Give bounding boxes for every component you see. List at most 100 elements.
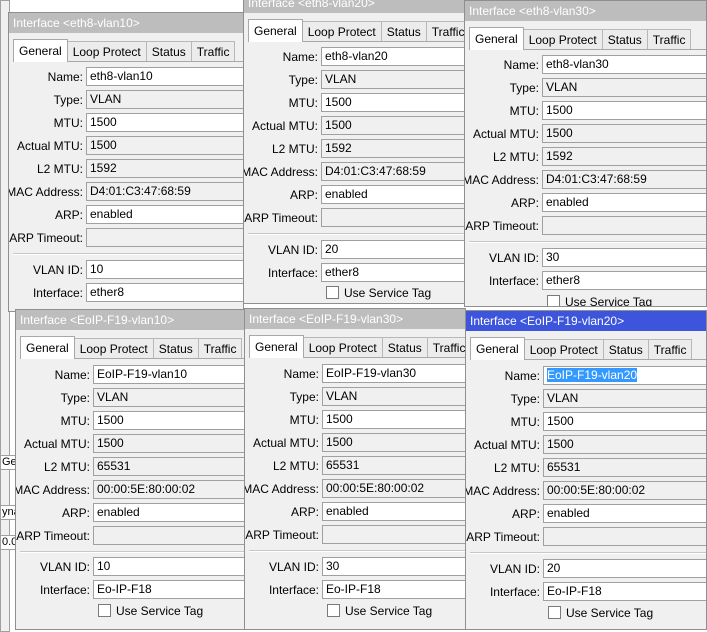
- tab-traffic[interactable]: Traffic: [425, 21, 464, 42]
- actual-mtu-label: Actual MTU:: [23, 437, 90, 451]
- vlan-id-label: VLAN ID:: [32, 263, 83, 277]
- checkbox-box[interactable]: [98, 604, 111, 617]
- tab-status[interactable]: Status: [152, 338, 199, 359]
- vlan-id-field[interactable]: 20: [543, 559, 706, 578]
- tab-status[interactable]: Status: [601, 29, 648, 50]
- window-title[interactable]: Interface <eth8-vlan20>: [244, 0, 464, 13]
- arp-select[interactable]: enabled: [321, 185, 464, 204]
- arp-select[interactable]: enabled: [93, 503, 244, 522]
- name-field[interactable]: eth8-vlan20: [321, 47, 464, 66]
- arp-timeout-label: ARP Timeout:: [465, 219, 539, 233]
- arp-timeout-field[interactable]: [321, 208, 464, 227]
- arp-select[interactable]: enabled: [543, 504, 706, 523]
- use-service-tag-label: Use Service Tag: [344, 286, 432, 300]
- tab-traffic[interactable]: Traffic: [197, 338, 243, 359]
- arp-select[interactable]: enabled: [86, 205, 243, 224]
- actual-mtu-field: 1500: [542, 124, 706, 143]
- vlan-id-field[interactable]: 30: [322, 557, 465, 576]
- tab-general[interactable]: General: [20, 336, 75, 359]
- arp-timeout-field[interactable]: [543, 527, 706, 546]
- use-service-tag-checkbox[interactable]: Use Service Tag: [326, 286, 431, 302]
- tab-bar: General Loop Protect Status Traffic: [249, 335, 465, 358]
- tab-loop-protect[interactable]: Loop Protect: [301, 21, 382, 42]
- use-service-tag-checkbox[interactable]: Use Service Tag: [547, 295, 652, 306]
- name-field[interactable]: eth8-vlan30: [542, 55, 706, 74]
- name-field[interactable]: EoIP-F19-vlan10: [93, 365, 244, 384]
- arp-select[interactable]: enabled: [542, 193, 706, 212]
- interface-select[interactable]: ether8: [321, 263, 464, 282]
- tab-loop-protect[interactable]: Loop Protect: [66, 41, 147, 62]
- tab-general[interactable]: General: [470, 337, 525, 360]
- tab-traffic[interactable]: Traffic: [426, 337, 465, 358]
- checkbox-box[interactable]: [547, 295, 560, 306]
- tab-status[interactable]: Status: [381, 337, 428, 358]
- tab-status[interactable]: Status: [380, 21, 427, 42]
- mtu-field[interactable]: 1500: [322, 410, 465, 429]
- tab-status[interactable]: Status: [602, 339, 649, 360]
- l2-mtu-label: L2 MTU:: [493, 461, 540, 475]
- mtu-field[interactable]: 1500: [542, 101, 706, 120]
- mtu-field[interactable]: 1500: [321, 93, 464, 112]
- tab-general[interactable]: General: [469, 27, 524, 50]
- vlan-id-field[interactable]: 20: [321, 240, 464, 259]
- type-label: Type:: [288, 73, 318, 87]
- mtu-field[interactable]: 1500: [86, 113, 243, 132]
- actual-mtu-field: 1500: [93, 434, 244, 453]
- tab-loop-protect[interactable]: Loop Protect: [302, 337, 383, 358]
- tab-general[interactable]: General: [13, 39, 68, 62]
- tab-traffic[interactable]: Traffic: [190, 41, 236, 62]
- arp-select[interactable]: enabled: [322, 502, 465, 521]
- arp-timeout-field[interactable]: [93, 526, 244, 545]
- tab-general[interactable]: General: [249, 335, 304, 358]
- tab-loop-protect[interactable]: Loop Protect: [522, 29, 603, 50]
- selected-name-text[interactable]: EoIP-F19-vlan20: [547, 368, 638, 382]
- interface-select[interactable]: ether8: [542, 271, 706, 290]
- checkbox-box[interactable]: [327, 604, 340, 617]
- interface-select[interactable]: Eo-IP-F18: [543, 582, 706, 601]
- type-field: VLAN: [322, 387, 465, 406]
- window-title[interactable]: Interface <eth8-vlan10>: [9, 13, 243, 33]
- arp-timeout-field[interactable]: [86, 228, 243, 247]
- tab-status[interactable]: Status: [145, 41, 192, 62]
- tab-general[interactable]: General: [248, 19, 303, 42]
- name-field[interactable]: EoIP-F19-vlan20: [543, 366, 706, 385]
- type-label: Type:: [509, 81, 539, 95]
- general-panel: Name: EoIP-F19-vlan30 Type: VLAN MTU: 1500 …: [245, 357, 465, 629]
- window-title[interactable]: Interface <EoIP-F19-vlan20>: [466, 311, 706, 331]
- arp-label: ARP:: [510, 196, 539, 210]
- general-panel: Name: EoIP-F19-vlan20 Type: VLAN MTU: 1500 …: [466, 359, 706, 629]
- tab-traffic[interactable]: Traffic: [647, 339, 693, 360]
- arp-label: ARP:: [290, 505, 319, 519]
- actual-mtu-field: 1500: [543, 435, 706, 454]
- vlan-id-field[interactable]: 30: [542, 248, 706, 267]
- vlan-id-field[interactable]: 10: [86, 260, 243, 279]
- use-service-tag-checkbox[interactable]: Use Service Tag: [98, 604, 203, 620]
- name-field[interactable]: EoIP-F19-vlan30: [322, 364, 465, 383]
- checkbox-box[interactable]: [548, 606, 561, 619]
- checkbox-box[interactable]: [326, 286, 339, 299]
- window-title[interactable]: Interface <EoIP-F19-vlan10>: [16, 310, 244, 330]
- window-title[interactable]: Interface <EoIP-F19-vlan30>: [245, 309, 465, 329]
- general-panel: Name: eth8-vlan30 Type: VLAN MTU: 1500 Actu…: [465, 49, 706, 306]
- mtu-label: MTU:: [510, 415, 540, 429]
- tab-loop-protect[interactable]: Loop Protect: [523, 339, 604, 360]
- interface-select[interactable]: ether8: [86, 283, 243, 302]
- actual-mtu-label: Actual MTU:: [251, 119, 318, 133]
- tab-loop-protect[interactable]: Loop Protect: [73, 338, 154, 359]
- interface-select[interactable]: Eo-IP-F18: [322, 580, 465, 599]
- interface-label: Interface:: [268, 583, 319, 597]
- window-title[interactable]: Interface <eth8-vlan30>: [465, 1, 706, 21]
- use-service-tag-label: Use Service Tag: [345, 604, 433, 618]
- name-field[interactable]: eth8-vlan10: [86, 67, 243, 86]
- mtu-field[interactable]: 1500: [93, 411, 244, 430]
- arp-timeout-field[interactable]: [322, 525, 465, 544]
- interface-select[interactable]: Eo-IP-F18: [93, 580, 244, 599]
- tab-traffic[interactable]: Traffic: [646, 29, 692, 50]
- arp-timeout-field[interactable]: [542, 216, 706, 235]
- mtu-field[interactable]: 1500: [543, 412, 706, 431]
- vlan-id-field[interactable]: 10: [93, 557, 244, 576]
- interface-window-eoip-f19-vlan20: Interface <EoIP-F19-vlan20> General Loop …: [465, 310, 707, 630]
- use-service-tag-checkbox[interactable]: Use Service Tag: [327, 604, 432, 620]
- use-service-tag-checkbox[interactable]: Use Service Tag: [548, 606, 653, 622]
- divider: [249, 550, 465, 552]
